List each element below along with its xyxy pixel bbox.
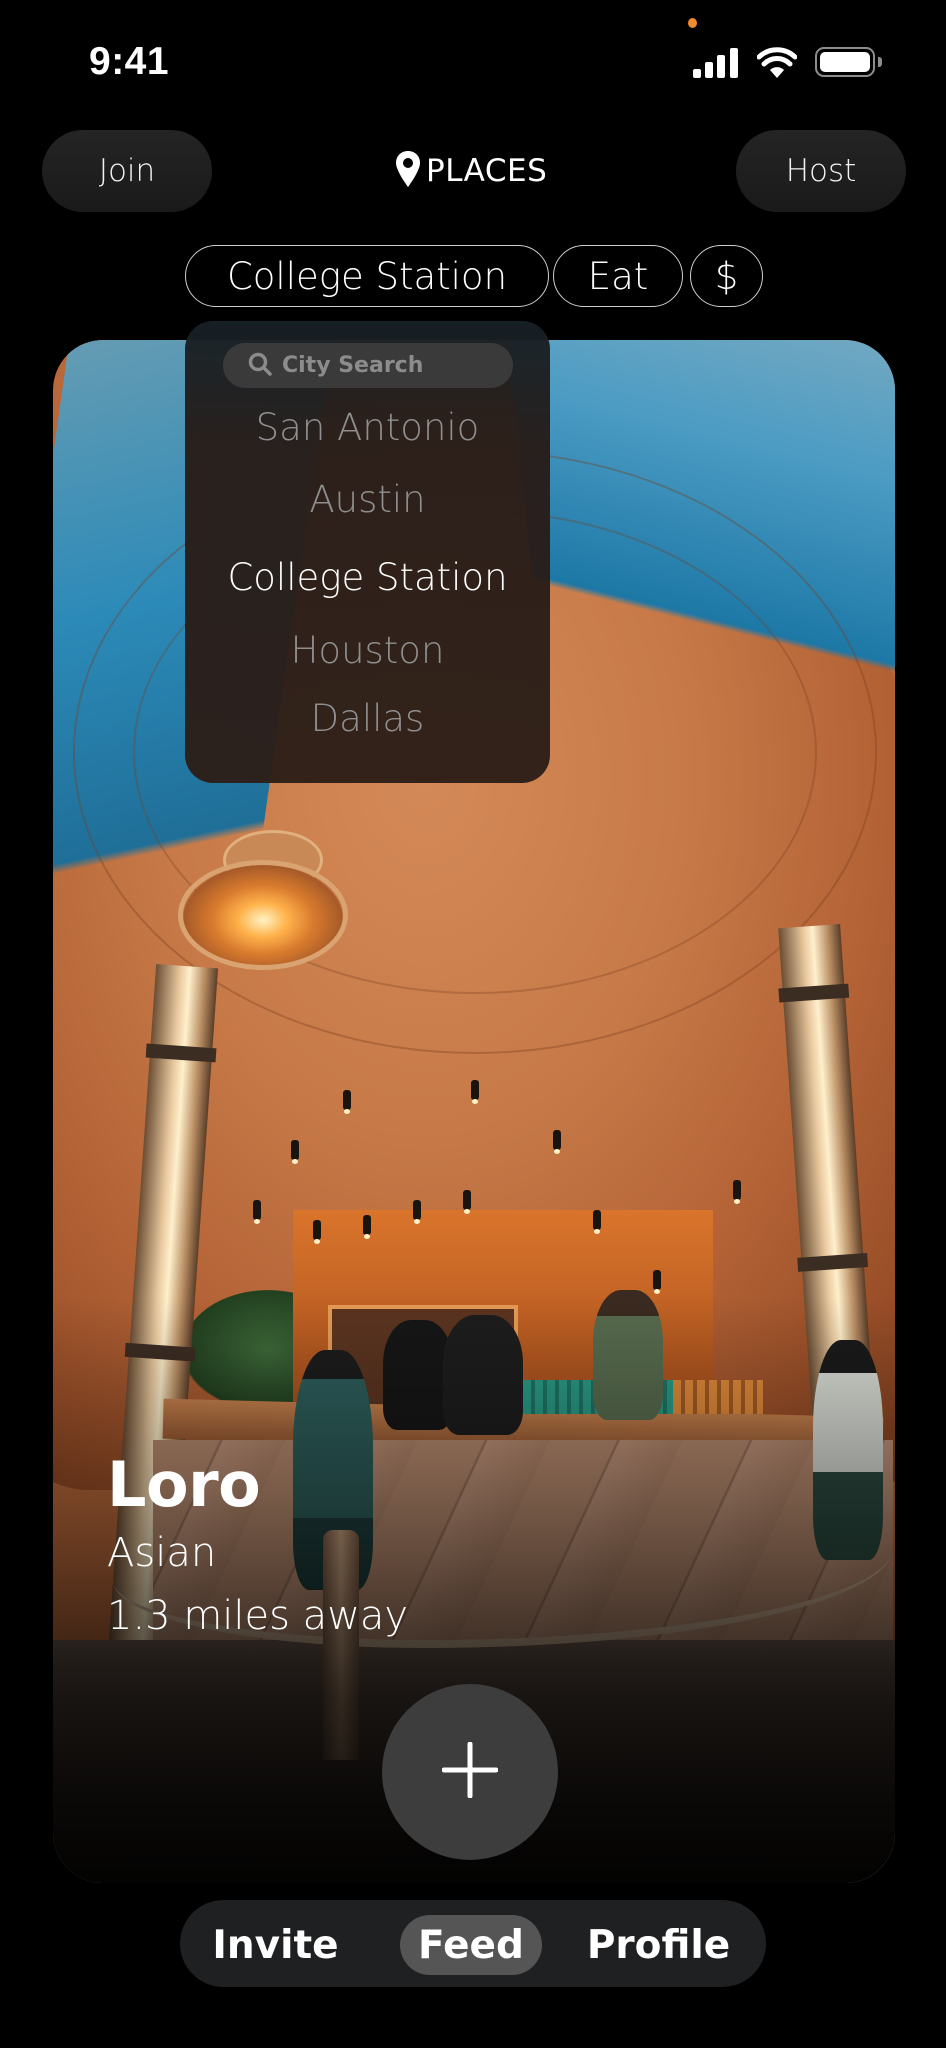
place-name: Loro	[107, 1448, 261, 1521]
bottom-nav: Invite Feed Profile	[180, 1900, 766, 1987]
city-option-san-antonio[interactable]: San Antonio	[185, 406, 550, 449]
privacy-indicator-dot	[688, 18, 697, 28]
city-dropdown: San Antonio Austin College Station Houst…	[185, 321, 550, 783]
city-option-college-station[interactable]: College Station	[185, 556, 550, 599]
nav-tab-profile[interactable]: Profile	[576, 1915, 741, 1975]
status-time: 9:41	[89, 40, 170, 83]
add-button[interactable]	[382, 1684, 558, 1860]
page-title: PLACES	[396, 150, 547, 192]
price-filter-pill[interactable]: $	[690, 245, 763, 307]
city-search-field[interactable]	[223, 343, 513, 388]
nav-tab-invite[interactable]: Invite	[208, 1915, 343, 1975]
wifi-icon	[756, 47, 798, 79]
location-pin-icon	[396, 151, 420, 191]
city-filter-pill[interactable]: College Station	[185, 245, 549, 307]
page-title-text: PLACES	[426, 153, 548, 189]
city-option-austin[interactable]: Austin	[185, 478, 550, 521]
battery-icon	[815, 47, 875, 77]
city-option-houston[interactable]: Houston	[185, 629, 550, 672]
cellular-signal-icon	[693, 48, 739, 78]
place-distance: 1.3 miles away	[107, 1593, 409, 1639]
city-option-dallas[interactable]: Dallas	[185, 697, 550, 740]
search-icon	[248, 352, 272, 380]
join-button[interactable]: Join	[42, 130, 212, 212]
battery-cap	[878, 57, 882, 67]
place-cuisine: Asian	[107, 1530, 217, 1576]
nav-tab-feed[interactable]: Feed	[400, 1915, 542, 1975]
city-search-input[interactable]	[282, 353, 502, 378]
plus-icon	[441, 1741, 499, 1802]
host-button[interactable]: Host	[736, 130, 906, 212]
category-filter-pill[interactable]: Eat	[553, 245, 683, 307]
